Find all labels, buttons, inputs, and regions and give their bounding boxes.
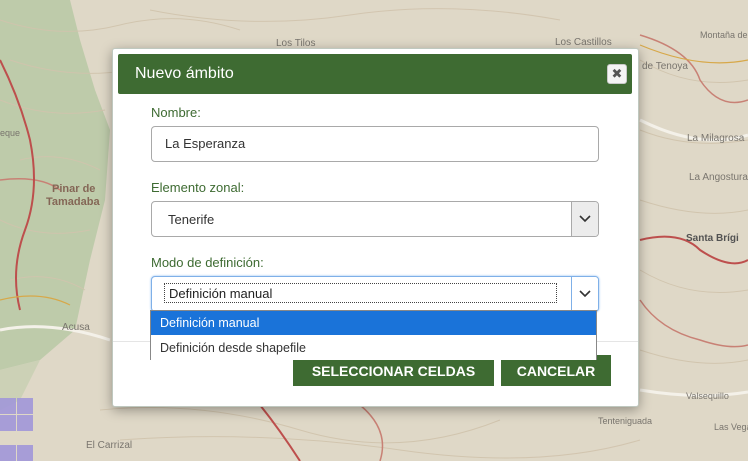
close-icon: ✖ [611,66,623,81]
chevron-down-icon[interactable] [571,202,598,236]
elemento-zonal-select[interactable]: Tenerife [151,201,599,237]
modo-definicion-label: Modo de definición: [151,255,264,270]
elemento-zonal-value: Tenerife [168,212,215,227]
dialog-header: Nuevo ámbito ✖ [118,54,632,94]
chevron-down-icon[interactable] [571,277,598,311]
option-definicion-manual[interactable]: Definición manual [151,311,596,335]
modo-definicion-select[interactable]: Definición manual [151,276,599,312]
modo-definicion-dropdown: Definición manual Definición desde shape… [150,310,597,360]
modo-definicion-value: Definición manual [169,286,273,301]
nombre-input[interactable]: La Esperanza [151,126,599,162]
nombre-label: Nombre: [151,105,201,120]
focus-ring: Definición manual [164,283,557,303]
elemento-zonal-label: Elemento zonal: [151,180,245,195]
dialog-title: Nuevo ámbito [135,65,234,82]
option-definicion-shapefile[interactable]: Definición desde shapefile [151,336,596,360]
close-button[interactable]: ✖ [607,64,627,84]
